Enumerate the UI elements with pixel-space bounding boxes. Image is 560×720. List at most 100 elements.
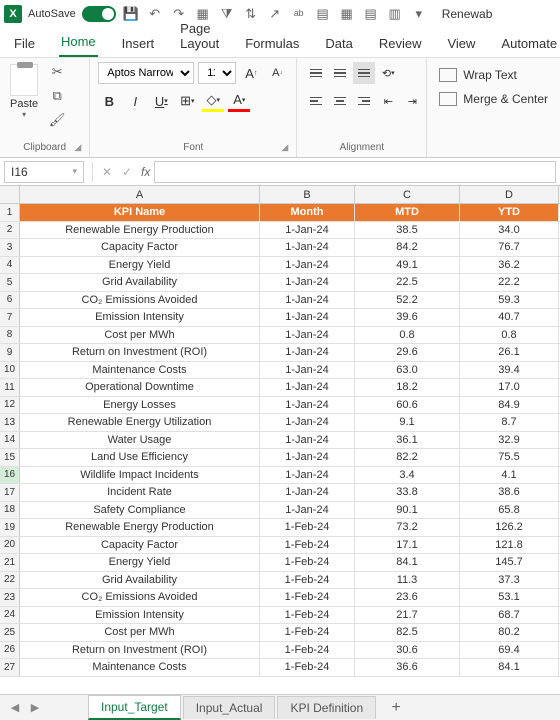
align-top-icon[interactable] bbox=[305, 62, 327, 84]
qa-sort-icon[interactable]: ⇅ bbox=[242, 5, 260, 23]
cell[interactable]: 1-Jan-24 bbox=[260, 327, 355, 344]
qa-share-icon[interactable]: ↗ bbox=[266, 5, 284, 23]
paste-button[interactable]: Paste ▾ bbox=[8, 62, 40, 121]
cell[interactable]: Emission Intensity bbox=[20, 607, 260, 624]
cell[interactable]: Energy Yield bbox=[20, 257, 260, 274]
row-header[interactable]: 24 bbox=[0, 607, 20, 624]
borders-button[interactable]: ⊞▾ bbox=[176, 90, 198, 112]
autosave-toggle[interactable] bbox=[82, 6, 116, 22]
cell[interactable]: CO₂ Emissions Avoided bbox=[20, 589, 260, 606]
fill-color-button[interactable]: ◇▾ bbox=[202, 90, 224, 112]
cell[interactable]: 84.2 bbox=[355, 239, 460, 256]
copy-icon[interactable]: ⧉ bbox=[46, 86, 68, 106]
cell[interactable]: 36.2 bbox=[460, 257, 559, 274]
cell[interactable]: 1-Jan-24 bbox=[260, 467, 355, 484]
cell[interactable]: 75.5 bbox=[460, 449, 559, 466]
cell[interactable]: Return on Investment (ROI) bbox=[20, 642, 260, 659]
tab-automate[interactable]: Automate bbox=[499, 30, 559, 57]
save-icon[interactable]: 💾 bbox=[122, 5, 140, 23]
row-header[interactable]: 15 bbox=[0, 449, 20, 466]
cell[interactable]: 11.3 bbox=[355, 572, 460, 589]
cell[interactable]: 17.1 bbox=[355, 537, 460, 554]
cell[interactable]: 1-Jan-24 bbox=[260, 379, 355, 396]
cell[interactable]: 1-Feb-24 bbox=[260, 589, 355, 606]
row-header[interactable]: 1 bbox=[0, 204, 20, 221]
align-right-icon[interactable] bbox=[353, 90, 375, 112]
cell[interactable]: 1-Jan-24 bbox=[260, 344, 355, 361]
tab-review[interactable]: Review bbox=[377, 30, 424, 57]
cell[interactable]: 49.1 bbox=[355, 257, 460, 274]
wrap-text-button[interactable]: Wrap Text bbox=[435, 66, 552, 84]
header-cell[interactable]: YTD bbox=[460, 204, 559, 221]
col-header-d[interactable]: D bbox=[460, 186, 559, 203]
cell[interactable]: 36.1 bbox=[355, 432, 460, 449]
cell[interactable]: Operational Downtime bbox=[20, 379, 260, 396]
cell[interactable]: 3.4 bbox=[355, 467, 460, 484]
fx-label[interactable]: fx bbox=[141, 165, 150, 179]
align-center-icon[interactable] bbox=[329, 90, 351, 112]
cell[interactable]: 65.8 bbox=[460, 502, 559, 519]
sheet-tab-input-target[interactable]: Input_Target bbox=[88, 695, 181, 720]
cell[interactable]: 17.0 bbox=[460, 379, 559, 396]
cell[interactable]: Incident Rate bbox=[20, 484, 260, 501]
row-header[interactable]: 11 bbox=[0, 379, 20, 396]
cell[interactable]: 26.1 bbox=[460, 344, 559, 361]
cell[interactable]: 1-Feb-24 bbox=[260, 554, 355, 571]
row-header[interactable]: 22 bbox=[0, 572, 20, 589]
cell[interactable]: 80.2 bbox=[460, 624, 559, 641]
cell[interactable]: 1-Jan-24 bbox=[260, 292, 355, 309]
font-color-button[interactable]: A▾ bbox=[228, 90, 250, 112]
sheet-tab-input-actual[interactable]: Input_Actual bbox=[183, 696, 276, 719]
cell[interactable]: Energy Losses bbox=[20, 397, 260, 414]
formula-input[interactable] bbox=[154, 161, 556, 183]
cell[interactable]: Wildlife Impact Incidents bbox=[20, 467, 260, 484]
row-header[interactable]: 23 bbox=[0, 589, 20, 606]
qa-calc-icon[interactable]: ▤ bbox=[362, 5, 380, 23]
cell[interactable]: 84.1 bbox=[460, 659, 559, 676]
qa-sheet-icon[interactable]: ▤ bbox=[314, 5, 332, 23]
header-cell[interactable]: Month bbox=[260, 204, 355, 221]
cell[interactable]: 38.6 bbox=[460, 484, 559, 501]
cell[interactable]: 22.5 bbox=[355, 274, 460, 291]
cell[interactable]: 22.2 bbox=[460, 274, 559, 291]
row-header[interactable]: 20 bbox=[0, 537, 20, 554]
cell[interactable]: 68.7 bbox=[460, 607, 559, 624]
cell[interactable]: 21.7 bbox=[355, 607, 460, 624]
cell[interactable]: 39.6 bbox=[355, 309, 460, 326]
cell[interactable]: 82.5 bbox=[355, 624, 460, 641]
row-header[interactable]: 19 bbox=[0, 519, 20, 536]
align-left-icon[interactable] bbox=[305, 90, 327, 112]
cell[interactable]: 1-Feb-24 bbox=[260, 607, 355, 624]
row-header[interactable]: 2 bbox=[0, 222, 20, 239]
cell[interactable]: 1-Jan-24 bbox=[260, 222, 355, 239]
tab-data[interactable]: Data bbox=[323, 30, 354, 57]
row-header[interactable]: 26 bbox=[0, 642, 20, 659]
row-header[interactable]: 9 bbox=[0, 344, 20, 361]
col-header-a[interactable]: A bbox=[20, 186, 260, 203]
cell[interactable]: 8.7 bbox=[460, 414, 559, 431]
cell[interactable]: 23.6 bbox=[355, 589, 460, 606]
cell[interactable]: 1-Jan-24 bbox=[260, 239, 355, 256]
col-header-c[interactable]: C bbox=[355, 186, 460, 203]
bold-button[interactable]: B bbox=[98, 90, 120, 112]
cell[interactable]: Return on Investment (ROI) bbox=[20, 344, 260, 361]
cell[interactable]: 126.2 bbox=[460, 519, 559, 536]
cell[interactable]: Land Use Efficiency bbox=[20, 449, 260, 466]
cell[interactable]: Grid Availability bbox=[20, 274, 260, 291]
cell[interactable]: 1-Jan-24 bbox=[260, 449, 355, 466]
cell[interactable]: 1-Feb-24 bbox=[260, 642, 355, 659]
cell[interactable]: 1-Jan-24 bbox=[260, 309, 355, 326]
cell[interactable]: Safety Compliance bbox=[20, 502, 260, 519]
header-cell[interactable]: KPI Name bbox=[20, 204, 260, 221]
row-header[interactable]: 27 bbox=[0, 659, 20, 676]
format-painter-icon[interactable]: 🖌 bbox=[46, 110, 68, 130]
cell[interactable]: 4.1 bbox=[460, 467, 559, 484]
cell[interactable]: 39.4 bbox=[460, 362, 559, 379]
row-header[interactable]: 5 bbox=[0, 274, 20, 291]
row-header[interactable]: 25 bbox=[0, 624, 20, 641]
cell[interactable]: 84.1 bbox=[355, 554, 460, 571]
sheet-nav-next-icon[interactable]: ▶ bbox=[26, 699, 44, 717]
cell[interactable]: 73.2 bbox=[355, 519, 460, 536]
row-header[interactable]: 8 bbox=[0, 327, 20, 344]
cell[interactable]: 36.6 bbox=[355, 659, 460, 676]
